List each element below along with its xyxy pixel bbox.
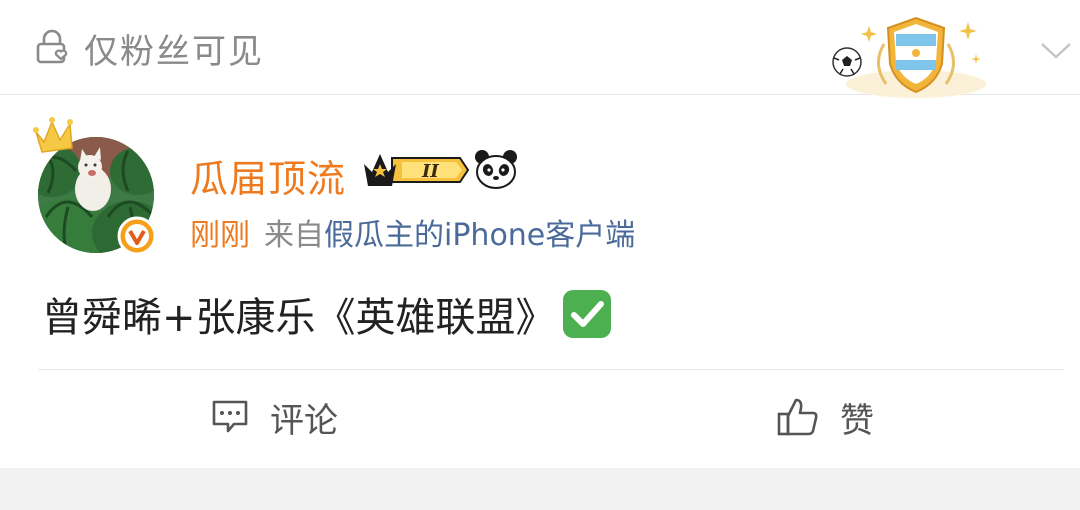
like-button[interactable]: 赞 [776, 395, 874, 441]
post-meta: 刚刚 来自假瓜主的iPhone客户端 [190, 210, 635, 254]
check-mark-emoji-icon [562, 290, 611, 338]
comment-icon [212, 400, 248, 433]
panda-icon [475, 150, 517, 189]
source-prefix: 来自 [264, 218, 324, 253]
comment-label: 评论 [270, 400, 338, 441]
post-text: 曾舜晞+张康乐《英雄联盟》 [42, 295, 556, 341]
avatar-group[interactable] [30, 112, 165, 257]
post-card: 仅粉丝可见 瓜届顶流 II 刚刚 来自假瓜主的iPhone客户端 曾舜晞+张康乐… [0, 0, 1080, 468]
like-label: 赞 [840, 400, 874, 441]
visibility-bar: 仅粉丝可见 [0, 0, 1080, 98]
soccer-ball-icon [832, 47, 862, 77]
chevron-down-icon[interactable] [1036, 38, 1076, 62]
argentina-shield-badge-icon[interactable] [826, 14, 986, 98]
thumbs-up-icon [777, 398, 818, 436]
post-content: 曾舜晞+张康乐《英雄联盟》 [42, 285, 614, 343]
verified-v-icon [117, 216, 157, 256]
post-time: 刚刚 [190, 218, 250, 253]
visibility-label: 仅粉丝可见 [84, 32, 264, 72]
divider [38, 369, 1064, 370]
author-name[interactable]: 瓜届顶流 [190, 148, 346, 203]
vip-crown-badge-icon[interactable]: II [362, 150, 470, 190]
vip-level: II [421, 161, 439, 182]
comment-button[interactable]: 评论 [210, 395, 338, 441]
lock-heart-icon [36, 29, 68, 64]
crown-icon [33, 117, 73, 153]
source-client-link[interactable]: 假瓜主的iPhone客户端 [324, 218, 635, 253]
